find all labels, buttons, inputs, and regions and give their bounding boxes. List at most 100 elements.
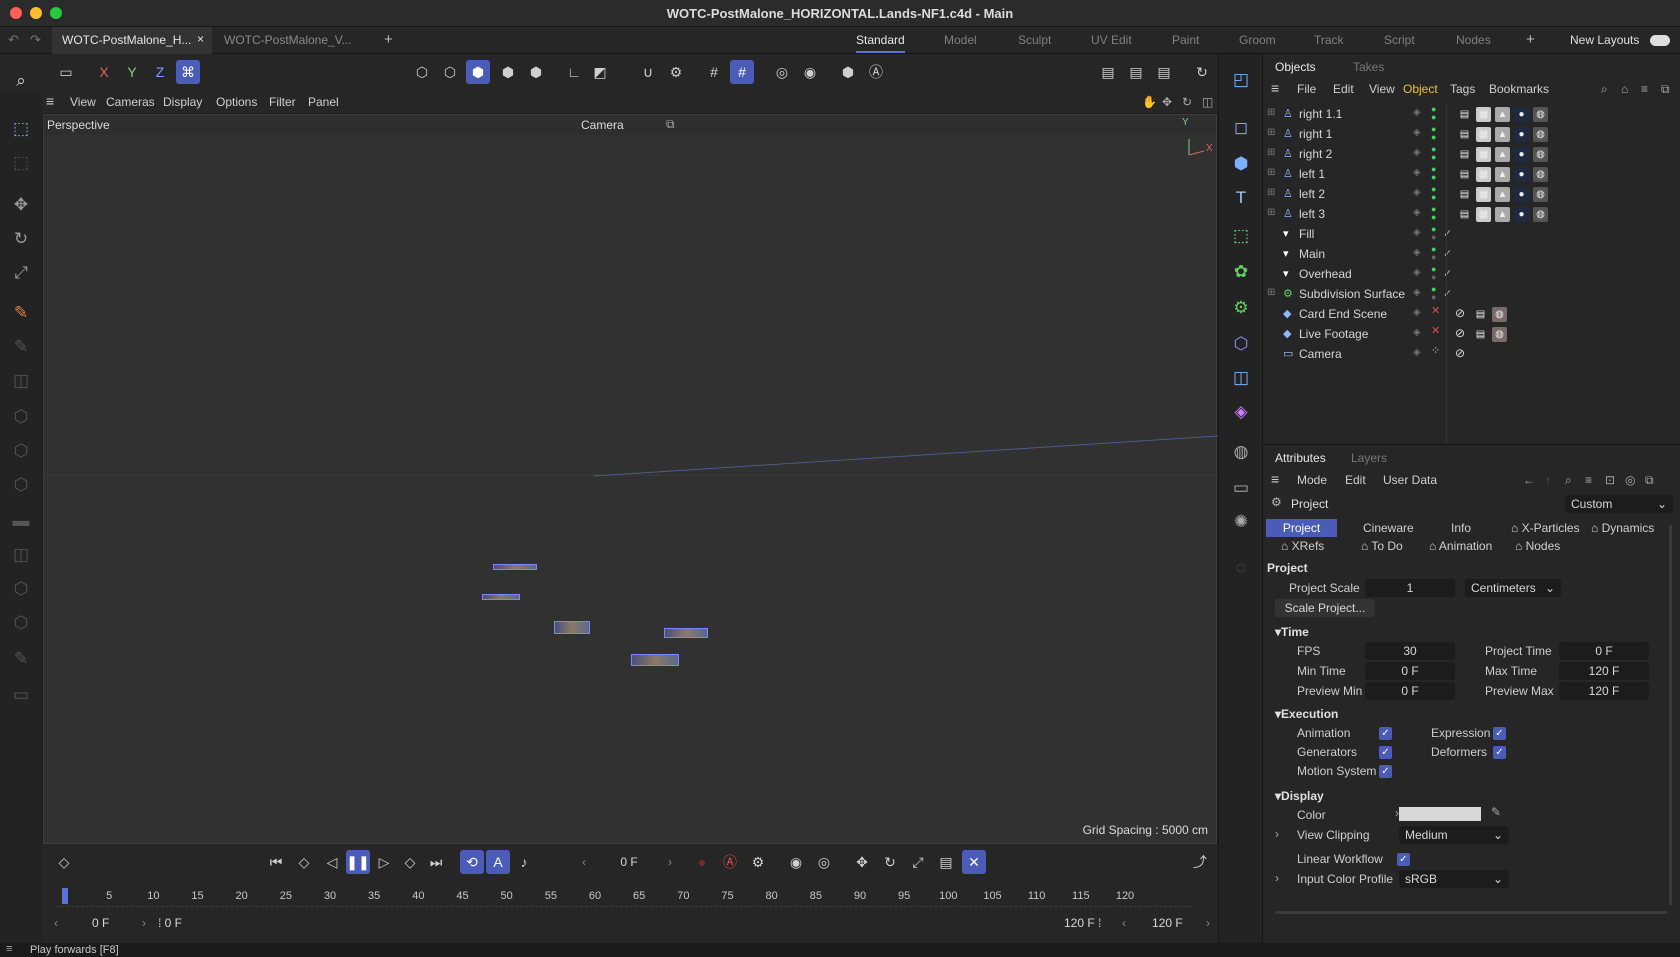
object-row[interactable]: ⊞ ♙ right 1 ◈ ● ● ▤ ▦ ▲ ● ◍ [1263, 124, 1680, 144]
solo-mode-icon[interactable]: ◩ [588, 60, 612, 84]
camera-icon[interactable]: ▭ [1227, 474, 1255, 502]
weld-icon[interactable]: ◫ [7, 541, 35, 569]
environment-icon[interactable]: ◍ [1227, 438, 1255, 466]
phong-tag-icon[interactable]: ▤ [1457, 147, 1472, 162]
knife-icon[interactable]: ⬡ [7, 471, 35, 499]
visibility-icon[interactable]: ⁘ [1431, 346, 1440, 357]
objects-menu-edit[interactable]: Edit [1333, 82, 1354, 96]
go-to-end-icon[interactable]: ⏭ [424, 850, 448, 874]
texture-tag-icon[interactable]: ▦ [1476, 187, 1491, 202]
scale-key-icon[interactable]: ⤢ [906, 850, 930, 874]
card-object[interactable] [482, 594, 520, 600]
menu-display[interactable]: Display [163, 95, 202, 109]
object-row[interactable]: ⊞ ♙ right 2 ◈ ● ● ▤ ▦ ▲ ● ◍ [1263, 144, 1680, 164]
objects-menu-bookmarks[interactable]: Bookmarks [1489, 82, 1549, 96]
sculpt-tag-icon[interactable]: ▲ [1495, 187, 1510, 202]
layout-track[interactable]: Track [1314, 33, 1344, 47]
chevron-right-icon[interactable]: › [1275, 827, 1279, 841]
card-object[interactable] [664, 628, 708, 638]
layer-icon[interactable]: ◈ [1413, 287, 1421, 298]
new-tab-icon[interactable]: + [384, 31, 393, 48]
new-window-icon[interactable]: ⧉ [1645, 473, 1654, 488]
enabled-check-icon[interactable]: ✓ [1443, 287, 1452, 300]
lock-workplane-icon[interactable]: ⬢ [836, 60, 860, 84]
layer-icon[interactable]: ◈ [1413, 187, 1421, 198]
section-time[interactable]: ▾Time [1275, 625, 1309, 639]
scale-tool-icon[interactable]: ⤢ [7, 259, 35, 287]
object-row[interactable]: ⊞ ♙ left 1 ◈ ● ● ▤ ▦ ▲ ● ◍ [1263, 164, 1680, 184]
card-object[interactable] [554, 621, 590, 634]
go-to-start-icon[interactable]: ⏮ [264, 850, 288, 874]
search-icon[interactable]: ⌕ [7, 67, 35, 95]
layer-icon[interactable]: ◈ [1413, 227, 1421, 238]
coordinate-system-icon[interactable]: ⌘ [176, 60, 200, 84]
enabled-check-icon[interactable]: ✓ [1443, 227, 1452, 240]
viewport[interactable]: Perspective Camera ⧉ Y X Grid Spacing : … [43, 114, 1218, 844]
material-tag-icon[interactable]: ◍ [1533, 127, 1548, 142]
object-name[interactable]: Main [1299, 247, 1325, 261]
z-axis-lock[interactable]: Z [148, 60, 172, 84]
material-tag-icon[interactable]: ◍ [1533, 167, 1548, 182]
objects-menu-view[interactable]: View [1369, 82, 1395, 96]
layer-icon[interactable]: ◈ [1413, 107, 1421, 118]
material-tag-icon[interactable]: ◍ [1533, 147, 1548, 162]
range-end-field[interactable]: 120 F [1152, 916, 1183, 930]
subtab-project[interactable]: Project [1266, 519, 1337, 537]
texture-icon[interactable]: ⬡ [7, 609, 35, 637]
motion-system-checkbox[interactable]: ✓ [1379, 765, 1392, 778]
preset-dropdown[interactable]: Custom ⌄ [1565, 495, 1673, 513]
maximize-view-icon[interactable]: ◫ [1202, 95, 1213, 109]
previous-key-icon[interactable]: ◇ [292, 850, 316, 874]
previous-frame-icon[interactable]: ◁ [320, 850, 344, 874]
position-key-icon[interactable]: ✥ [850, 850, 874, 874]
layer-icon[interactable]: ◈ [1413, 267, 1421, 278]
filter-icon[interactable]: ≡ [1585, 473, 1592, 487]
object-name[interactable]: Fill [1299, 227, 1314, 241]
up-icon[interactable]: ↑ [1545, 473, 1551, 487]
points-mode-icon[interactable]: ⬡ [410, 60, 434, 84]
section-execution[interactable]: ▾Execution [1275, 707, 1338, 721]
home-icon[interactable]: ⌂ [1621, 82, 1628, 96]
section-display[interactable]: ▾Display [1275, 789, 1324, 803]
texture-tag-icon[interactable]: ▦ [1476, 167, 1491, 182]
back-icon[interactable]: ← [1523, 473, 1535, 487]
cube-primitive-icon[interactable]: ◻ [1227, 114, 1255, 142]
next-key-icon[interactable]: ◇ [398, 850, 422, 874]
brush-icon[interactable]: ⬡ [7, 575, 35, 603]
cube-object-icon[interactable]: ⬢ [1227, 150, 1255, 178]
render-picture-viewer-icon[interactable]: ▤ [1124, 60, 1148, 84]
inset-icon[interactable]: ⬡ [7, 437, 35, 465]
layout-script[interactable]: Script [1384, 33, 1415, 47]
expression-checkbox[interactable]: ✓ [1493, 727, 1506, 740]
doc-tab-vertical[interactable]: WOTC-PostMalone_V... [214, 27, 374, 54]
fps-field[interactable]: 30 [1365, 642, 1455, 660]
texture-tag-icon[interactable]: ▦ [1476, 207, 1491, 222]
filter-icon[interactable]: ≡ [1641, 82, 1648, 96]
expand-icon[interactable]: ⊞ [1267, 107, 1275, 118]
sketch-tool-icon[interactable]: ✎ [7, 333, 35, 361]
objects-menu-tags[interactable]: Tags [1450, 82, 1475, 96]
expand-icon[interactable]: ⊞ [1267, 147, 1275, 158]
layer-icon[interactable]: ◈ [1413, 247, 1421, 258]
object-row[interactable]: ▾ Fill ◈ ● ● ✓ [1263, 224, 1680, 244]
axis-mode-icon[interactable]: ∟ [562, 60, 586, 84]
preview-max-field[interactable]: 120 F [1559, 682, 1649, 700]
auto-key-icon[interactable]: Ⓐ [864, 60, 888, 84]
object-name[interactable]: left 1 [1299, 167, 1325, 181]
object-name[interactable]: Overhead [1299, 267, 1352, 281]
tab-takes[interactable]: Takes [1353, 60, 1384, 74]
grid-snap-icon[interactable]: # [702, 60, 726, 84]
sculpt-tag-icon[interactable]: ▲ [1495, 127, 1510, 142]
add-layout-icon[interactable]: + [1526, 31, 1535, 48]
extrude-icon[interactable]: ◫ [7, 367, 35, 395]
viewport-menu-icon[interactable]: ≡ [46, 93, 54, 109]
bevel-icon[interactable]: ⬡ [7, 403, 35, 431]
horizontal-scrollbar[interactable] [1275, 911, 1667, 914]
layout-model[interactable]: Model [944, 33, 977, 47]
object-row[interactable]: ⊞ ♙ left 3 ◈ ● ● ▤ ▦ ▲ ● ◍ [1263, 204, 1680, 224]
subtab-nodes[interactable]: ⌂ Nodes [1509, 537, 1566, 555]
visibility-icon[interactable]: ● ● [1431, 225, 1436, 242]
search-icon[interactable]: ⌕ [1601, 82, 1608, 97]
phong-tag-icon[interactable]: ▤ [1473, 307, 1488, 322]
vertical-scrollbar[interactable] [1669, 525, 1672, 905]
